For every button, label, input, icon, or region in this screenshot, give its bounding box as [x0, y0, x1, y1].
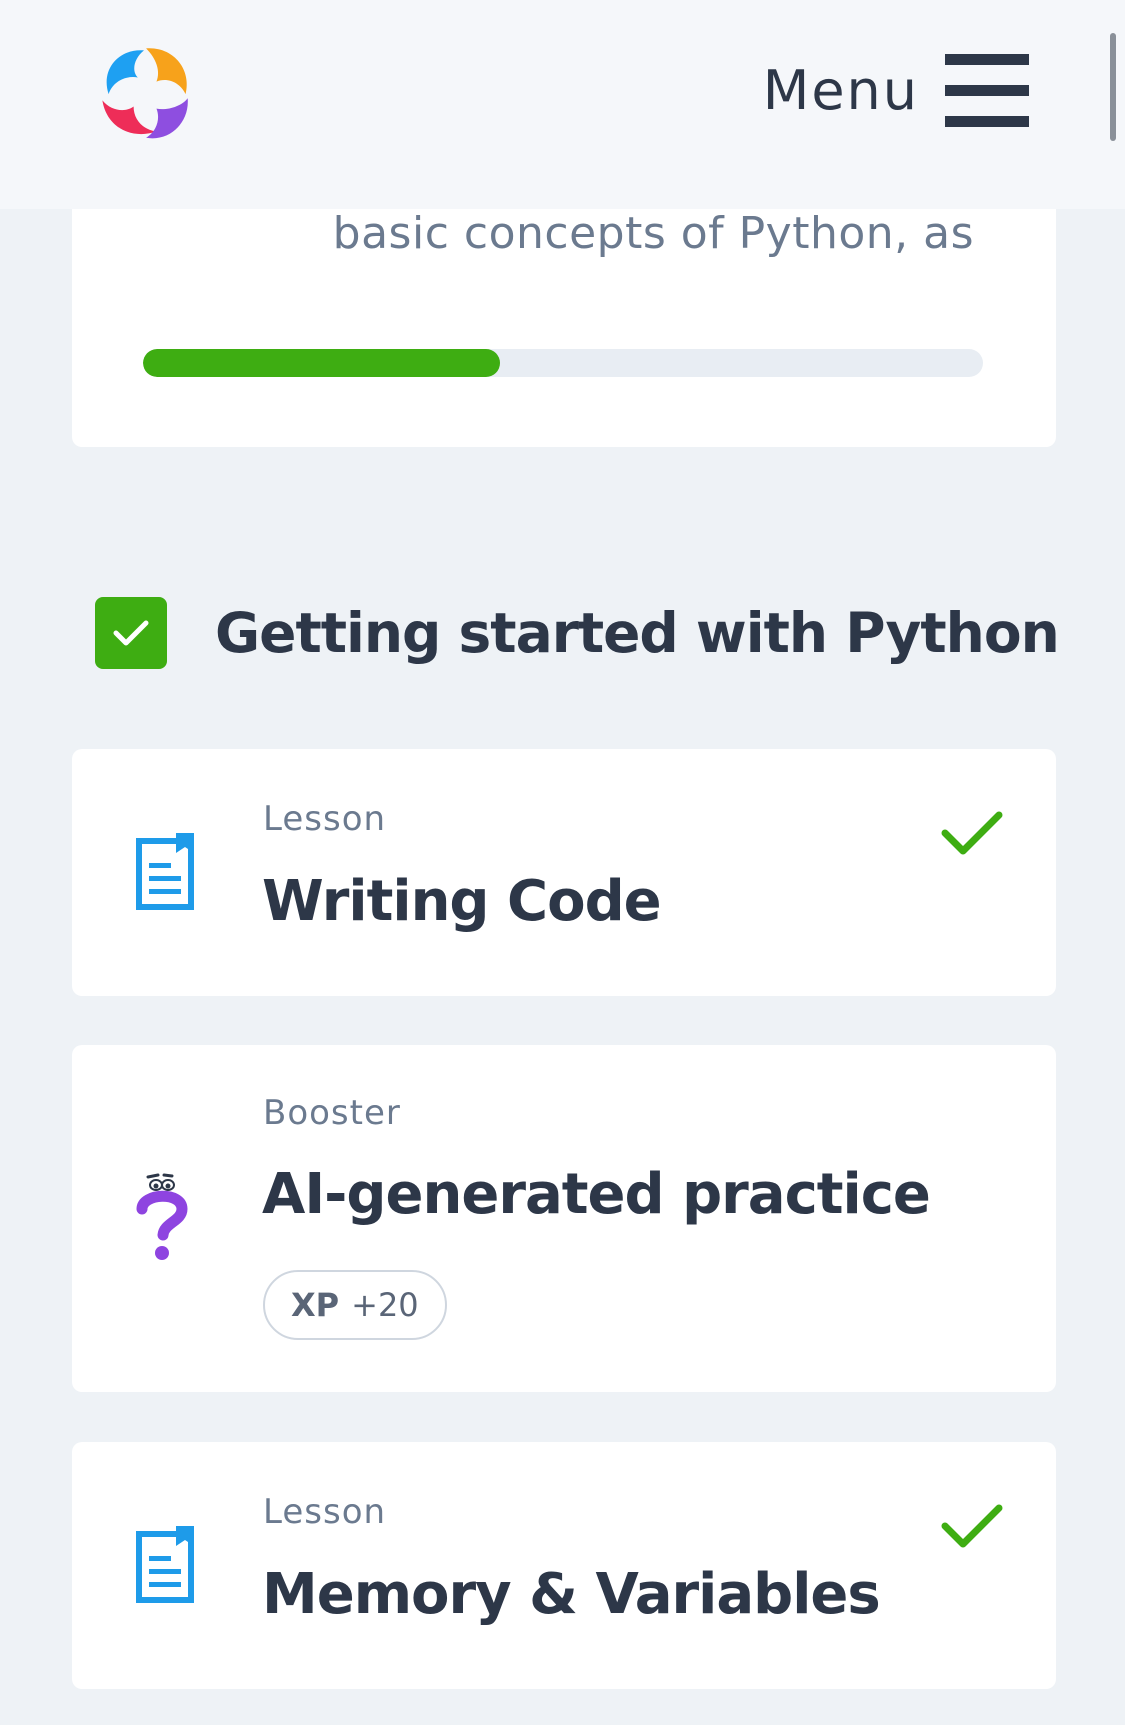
lesson-card-writing-code[interactable]: Lesson Writing Code	[72, 749, 1056, 996]
item-title: AI-generated practice	[262, 1162, 931, 1227]
question-character-icon	[136, 1173, 188, 1260]
xp-badge: XP +20	[263, 1270, 447, 1340]
hamburger-icon	[945, 54, 1029, 127]
checkmark-icon	[941, 811, 1003, 855]
section-title: Getting started with Python	[215, 601, 1060, 665]
document-icon	[136, 1526, 194, 1603]
menu-label: Menu	[762, 58, 919, 122]
course-intro-card: basic concepts of Python, as	[72, 170, 1056, 447]
menu-button[interactable]: Menu	[763, 52, 1029, 128]
check-icon	[113, 620, 149, 646]
item-title: Memory & Variables	[262, 1562, 881, 1627]
course-progress-fill	[143, 349, 500, 377]
item-type-label: Lesson	[263, 1492, 387, 1532]
course-description: basic concepts of Python, as	[332, 208, 974, 259]
booster-card-ai-practice[interactable]: Booster AI-generated practice XP +20	[72, 1045, 1056, 1392]
scrollbar[interactable]	[1110, 33, 1116, 141]
section-header[interactable]: Getting started with Python	[95, 597, 1060, 669]
lesson-card-memory-variables[interactable]: Lesson Memory & Variables	[72, 1442, 1056, 1689]
document-icon	[136, 833, 194, 910]
xp-label: XP	[291, 1286, 340, 1324]
item-type-label: Lesson	[263, 799, 387, 839]
course-progress-bar	[143, 349, 983, 377]
section-complete-checkbox	[95, 597, 167, 669]
item-type-label: Booster	[263, 1093, 401, 1133]
item-title: Writing Code	[262, 869, 662, 934]
top-header: Menu	[0, 0, 1125, 209]
solearn-logo-icon[interactable]	[92, 40, 196, 144]
xp-value: +20	[351, 1286, 419, 1324]
checkmark-icon	[941, 1504, 1003, 1548]
